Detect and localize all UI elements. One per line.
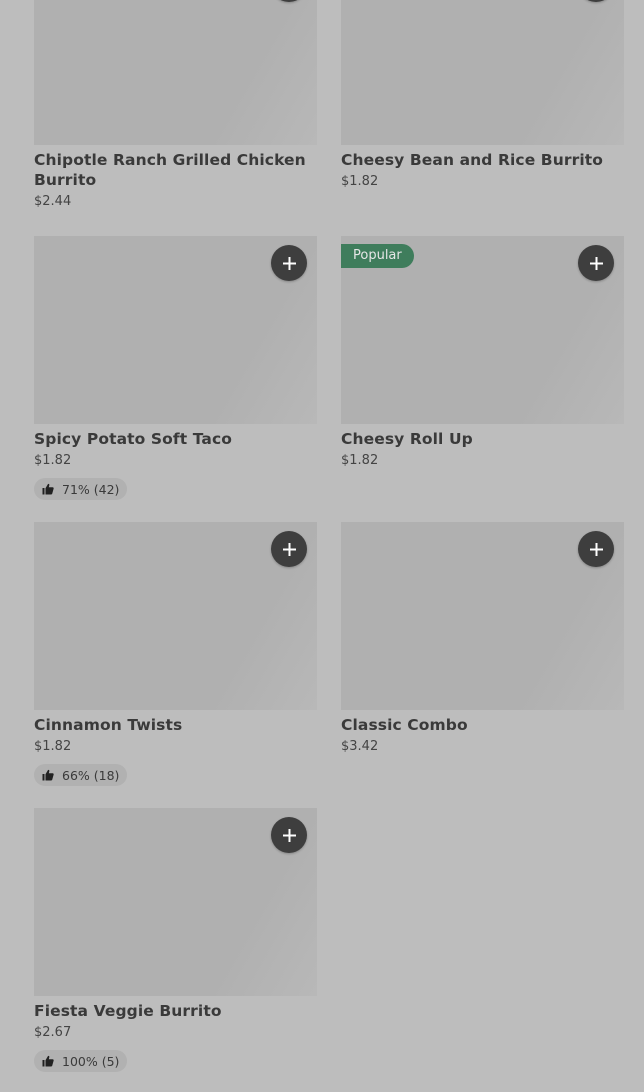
item-price: $1.82 [341, 453, 379, 468]
menu-item-card[interactable]: Chipotle Ranch Grilled Chicken Burrito $… [34, 0, 317, 210]
add-item-button[interactable] [271, 531, 307, 567]
item-image-placeholder[interactable] [341, 522, 624, 710]
add-item-button[interactable] [271, 817, 307, 853]
rating-text: 100% (5) [62, 1053, 120, 1069]
thumbs-up-icon [42, 483, 54, 495]
plus-icon [589, 542, 603, 556]
menu-item-card[interactable]: Cinnamon Twists $1.82 66% (18) [34, 522, 317, 786]
thumbs-up-icon [42, 1055, 54, 1067]
item-name[interactable]: Spicy Potato Soft Taco [34, 429, 317, 449]
item-image-placeholder[interactable]: Popular [341, 236, 624, 424]
item-price: $2.67 [34, 1025, 72, 1040]
item-name[interactable]: Cheesy Roll Up [341, 429, 624, 449]
plus-icon [282, 542, 296, 556]
plus-icon [589, 256, 603, 270]
item-price: $1.82 [34, 739, 72, 754]
item-name[interactable]: Fiesta Veggie Burrito [34, 1001, 317, 1021]
rating-badge: 100% (5) [34, 1050, 128, 1072]
add-item-button[interactable] [271, 245, 307, 281]
add-item-button[interactable] [271, 0, 307, 2]
rating-badge: 71% (42) [34, 478, 128, 500]
item-price: $1.82 [341, 174, 379, 189]
menu-item-card[interactable]: Fiesta Veggie Burrito $2.67 100% (5) [34, 808, 317, 1072]
item-price: $3.42 [341, 739, 379, 754]
plus-icon [282, 256, 296, 270]
plus-icon [282, 828, 296, 842]
menu-item-card[interactable]: Popular Cheesy Roll Up $1.82 [341, 236, 624, 469]
thumbs-up-icon [42, 769, 54, 781]
popular-badge: Popular [341, 244, 414, 268]
menu-item-card[interactable]: Cheesy Bean and Rice Burrito $1.82 [341, 0, 624, 190]
item-image-placeholder[interactable] [34, 0, 317, 145]
add-item-button[interactable] [578, 0, 614, 2]
add-item-button[interactable] [578, 531, 614, 567]
item-image-placeholder[interactable] [34, 522, 317, 710]
item-image-placeholder[interactable] [34, 808, 317, 996]
rating-badge: 66% (18) [34, 764, 128, 786]
add-item-button[interactable] [578, 245, 614, 281]
menu-item-card[interactable]: Classic Combo $3.42 [341, 522, 624, 755]
item-name[interactable]: Classic Combo [341, 715, 624, 735]
item-name[interactable]: Cinnamon Twists [34, 715, 317, 735]
rating-text: 71% (42) [62, 481, 120, 497]
item-price: $1.82 [34, 453, 72, 468]
item-image-placeholder[interactable] [34, 236, 317, 424]
rating-text: 66% (18) [62, 767, 120, 783]
menu-item-card[interactable]: Spicy Potato Soft Taco $1.82 71% (42) [34, 236, 317, 500]
item-image-placeholder[interactable] [341, 0, 624, 145]
item-name[interactable]: Chipotle Ranch Grilled Chicken Burrito [34, 150, 317, 190]
item-price: $2.44 [34, 194, 72, 209]
item-name[interactable]: Cheesy Bean and Rice Burrito [341, 150, 624, 170]
